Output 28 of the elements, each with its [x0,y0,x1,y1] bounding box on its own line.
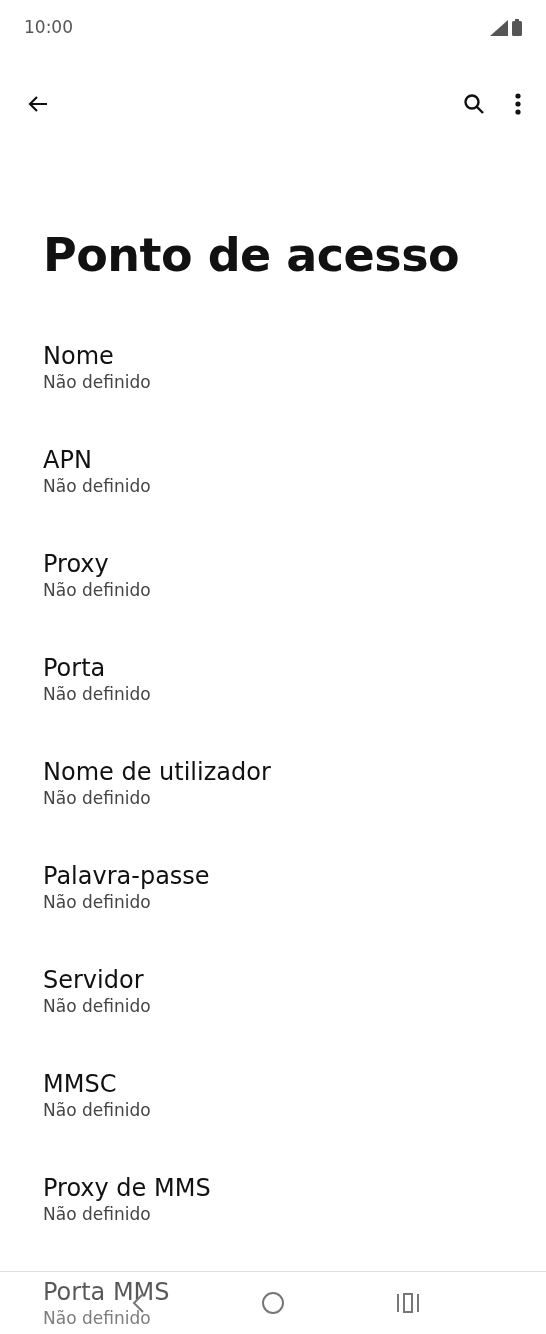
item-value: Não definido [43,371,151,393]
home-icon [261,1291,285,1315]
page-title: Ponto de acesso [42,227,461,284]
item-title[interactable]: Porta MMS [43,1277,170,1307]
item-value: Não definido [43,683,151,705]
item-value: Não definido [43,995,151,1017]
item-title[interactable]: Palavra-passe [43,861,210,891]
item-value: Não definido [43,787,151,809]
item-value: Não definido [43,475,151,497]
item-value: Não definido [43,1099,151,1121]
item-value: Não definido [43,579,151,601]
item-title[interactable]: Servidor [43,965,144,995]
item-title[interactable]: APN [43,445,92,475]
search-icon [462,92,486,116]
recent-apps-icon [396,1292,421,1314]
item-title[interactable]: Nome [43,341,114,371]
item-title[interactable]: Porta [43,653,106,683]
item-value: Não definido [43,1307,151,1329]
battery-icon [512,19,522,36]
item-title[interactable]: Proxy de MMS [43,1173,211,1203]
item-value: Não definido [43,891,151,913]
more-icon [514,92,522,116]
item-title[interactable]: Proxy [43,549,109,579]
signal-icon [490,19,508,36]
item-title[interactable]: MMSC [43,1069,117,1099]
status-time: 10:00 [24,15,73,39]
item-title[interactable]: Nome de utilizador [43,757,271,787]
item-value: Não definido [43,1203,151,1225]
